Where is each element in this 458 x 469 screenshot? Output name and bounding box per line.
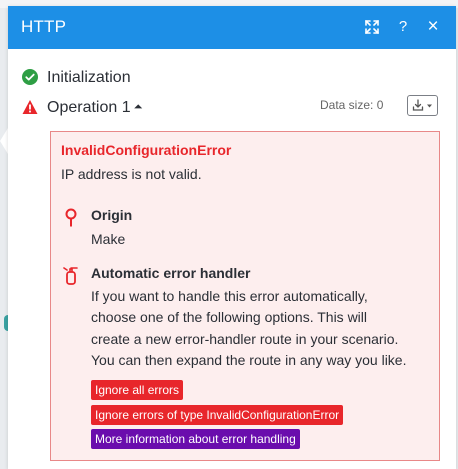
origin-title: Origin	[91, 207, 133, 223]
module-output-panel: HTTP ? × Initialization Operation 1 ⏶ Dat…	[8, 6, 456, 469]
close-icon[interactable]: ×	[424, 17, 442, 36]
expand-icon[interactable]	[363, 18, 381, 36]
check-circle-icon	[22, 69, 38, 85]
error-handling-info-link[interactable]: More information about error handling	[91, 429, 300, 449]
initialization-label: Initialization	[47, 69, 131, 86]
panel-pointer	[0, 128, 8, 154]
ignore-all-errors-button[interactable]: Ignore all errors	[91, 380, 184, 400]
error-type: InvalidConfigurationError	[61, 142, 232, 158]
download-icon	[412, 99, 432, 111]
origin-value: Make	[91, 231, 126, 247]
ignore-errors-of-type-button[interactable]: Ignore errors of type InvalidConfigurati…	[91, 405, 344, 425]
help-icon[interactable]: ?	[394, 18, 412, 36]
caret-up-icon: ⏶	[133, 101, 143, 113]
data-size-label: Data size: 0	[320, 98, 384, 112]
operation-label: Operation 1	[47, 99, 131, 116]
download-button[interactable]	[407, 95, 438, 116]
handler-description: If you want to handle this error automat…	[91, 288, 407, 368]
warning-icon	[22, 100, 38, 114]
operation-toggle[interactable]: Operation 1 ⏶	[47, 99, 142, 117]
error-details: InvalidConfigurationError IP address is …	[50, 131, 440, 461]
handler-title: Automatic error handler	[91, 265, 251, 281]
panel-title: HTTP	[21, 17, 67, 36]
panel-titlebar: HTTP ? ×	[8, 6, 456, 49]
error-message: IP address is not valid.	[61, 166, 202, 182]
fire-extinguisher-icon	[63, 267, 78, 285]
location-pin-icon	[65, 208, 77, 227]
